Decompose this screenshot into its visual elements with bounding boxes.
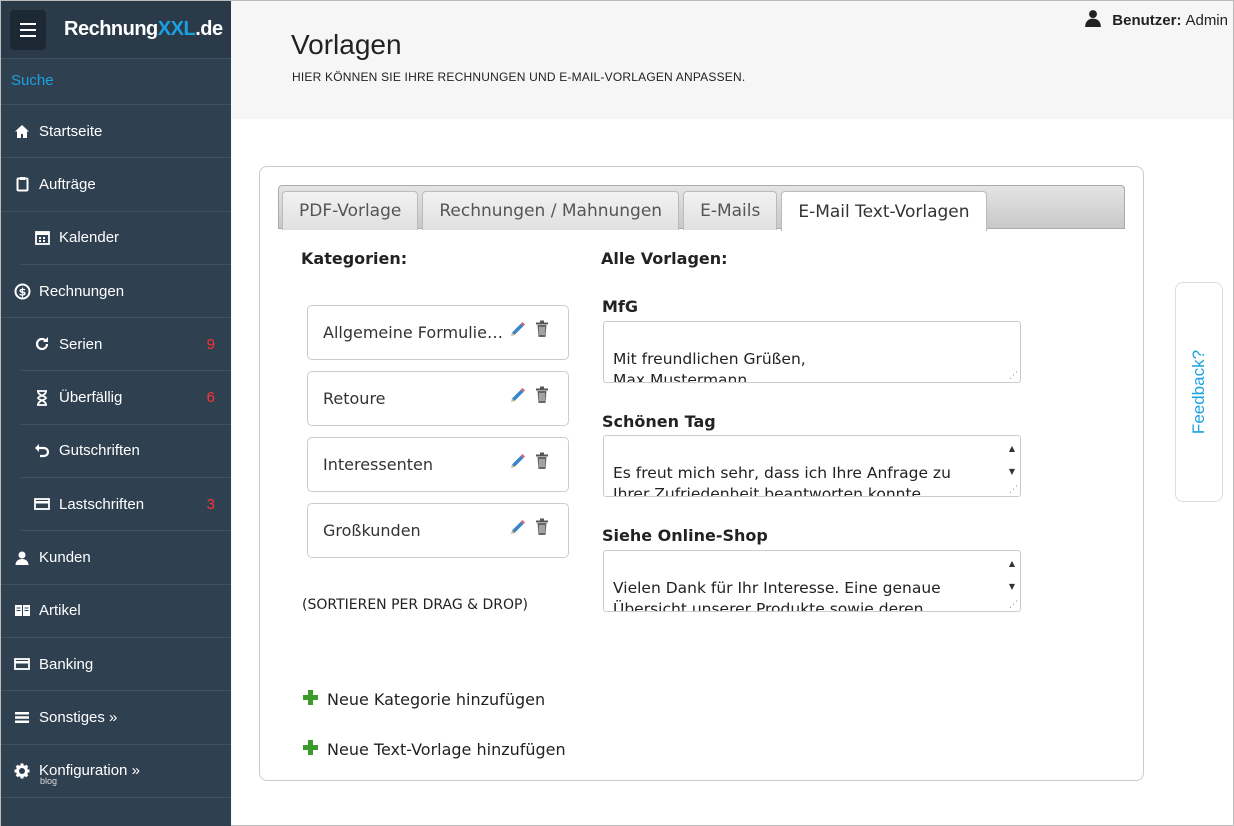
calendar-icon	[33, 229, 51, 247]
templates-heading: Alle Vorlagen:	[601, 249, 728, 268]
template-textarea[interactable]: Mit freundlichen Grüßen, Max Mustermann …	[603, 321, 1021, 383]
sidebar-item-kunden[interactable]: Kunden	[1, 531, 231, 585]
tab-pdf-vorlage[interactable]: PDF-Vorlage	[282, 191, 419, 230]
sidebar-item-startseite[interactable]: Startseite	[1, 105, 231, 159]
badge-count: 6	[206, 389, 215, 407]
template-textarea[interactable]: Vielen Dank für Ihr Interesse. Eine gena…	[603, 550, 1021, 612]
brand-logo[interactable]: RechnungXXL.de	[64, 18, 223, 41]
credit-card-icon	[13, 655, 31, 673]
sidebar-item-label: Lastschriften	[59, 495, 145, 513]
sidebar-item-gutschriften[interactable]: Gutschriften	[21, 425, 231, 479]
trash-icon[interactable]	[535, 518, 549, 540]
resize-grip-icon[interactable]: ⋰	[1009, 601, 1018, 610]
sidebar-item-label: Banking	[39, 655, 94, 673]
feedback-button[interactable]: Feedback?	[1175, 282, 1223, 502]
trash-icon[interactable]	[535, 386, 549, 408]
badge-count: 9	[206, 335, 215, 353]
trash-icon[interactable]	[535, 452, 549, 474]
pencil-icon[interactable]	[509, 386, 527, 408]
plus-icon	[302, 689, 319, 710]
feedback-label: Feedback?	[1189, 349, 1208, 435]
menu-toggle-button[interactable]	[10, 9, 46, 50]
templates-panel: PDF-Vorlage Rechnungen / Mahnungen E-Mai…	[259, 166, 1144, 781]
badge-count: 3	[206, 495, 215, 513]
page-title: Vorlagen	[291, 29, 402, 60]
sidebar: RechnungXXL.de Suche Startseite Aufträge…	[1, 1, 231, 826]
sidebar-item-label: Serien	[59, 335, 103, 353]
user-name: Admin	[1185, 11, 1228, 29]
sidebar-item-artikel[interactable]: Artikel	[1, 585, 231, 638]
blog-link[interactable]: blog	[40, 776, 57, 786]
refresh-icon	[33, 335, 51, 353]
user-icon	[13, 549, 31, 567]
page-header: Vorlagen HIER KÖNNEN SIE IHRE RECHNUNGEN…	[232, 1, 1233, 119]
user-icon	[1084, 9, 1102, 31]
home-icon	[13, 122, 31, 140]
sidebar-item-label: Kunden	[39, 549, 91, 567]
sidebar-item-serien[interactable]: Serien 9	[21, 318, 231, 372]
resize-grip-icon[interactable]: ⋰	[1009, 486, 1018, 495]
add-template-link[interactable]: Neue Text-Vorlage hinzufügen	[302, 739, 566, 760]
add-category-label: Neue Kategorie hinzufügen	[327, 690, 546, 709]
sidebar-item-sonstiges[interactable]: Sonstiges »	[1, 691, 231, 745]
pencil-icon[interactable]	[509, 518, 527, 540]
categories-heading: Kategorien:	[301, 249, 408, 268]
sidebar-item-auftraege[interactable]: Aufträge	[1, 158, 231, 212]
user-label: Benutzer:	[1112, 11, 1182, 29]
template-textarea[interactable]: Es freut mich sehr, dass ich Ihre Anfrag…	[603, 435, 1021, 497]
scroll-down-icon[interactable]: ▼	[1009, 461, 1015, 482]
template-title: MfG	[602, 297, 639, 316]
page-subtitle: HIER KÖNNEN SIE IHRE RECHNUNGEN UND E-MA…	[292, 70, 746, 84]
sidebar-item-label: Gutschriften	[59, 442, 140, 460]
scrollbar[interactable]: ▲ ▼	[1006, 553, 1018, 597]
sort-hint: (SORTIEREN PER DRAG & DROP)	[302, 597, 528, 613]
sidebar-item-banking[interactable]: Banking	[1, 638, 231, 692]
pencil-icon[interactable]	[509, 452, 527, 474]
add-category-link[interactable]: Neue Kategorie hinzufügen	[302, 689, 545, 710]
gear-icon	[13, 762, 31, 780]
sidebar-item-rechnungen[interactable]: $ Rechnungen	[1, 265, 231, 319]
tab-e-mails[interactable]: E-Mails	[683, 191, 778, 230]
pencil-icon[interactable]	[509, 320, 527, 342]
sidebar-item-label: Startseite	[39, 122, 103, 140]
dollar-circle-icon: $	[13, 282, 31, 300]
sidebar-item-label: Aufträge	[39, 175, 96, 193]
category-item[interactable]: Großkunden	[307, 503, 569, 558]
sidebar-item-label: Rechnungen	[39, 282, 125, 300]
scroll-up-icon[interactable]: ▲	[1009, 438, 1015, 459]
tab-bar: PDF-Vorlage Rechnungen / Mahnungen E-Mai…	[278, 185, 1125, 231]
svg-text:$: $	[18, 285, 26, 298]
sidebar-item-konfiguration[interactable]: Konfiguration »	[1, 745, 231, 798]
clipboard-icon	[13, 175, 31, 193]
sidebar-item-kalender[interactable]: Kalender	[21, 212, 231, 265]
book-icon	[13, 602, 31, 620]
category-item[interactable]: Interessenten	[307, 437, 569, 492]
tab-rechnungen-mahnungen[interactable]: Rechnungen / Mahnungen	[422, 191, 680, 230]
sidebar-search[interactable]: Suche	[1, 59, 231, 105]
category-item[interactable]: Allgemeine Formulierungen	[307, 305, 569, 360]
scrollbar[interactable]: ▲ ▼	[1006, 438, 1018, 482]
category-item[interactable]: Retoure	[307, 371, 569, 426]
sidebar-item-ueberfaellig[interactable]: Überfällig 6	[21, 371, 231, 425]
undo-icon	[33, 442, 51, 460]
scroll-up-icon[interactable]: ▲	[1009, 553, 1015, 574]
sidebar-item-label: Sonstiges »	[39, 708, 118, 726]
template-title: Schönen Tag	[602, 412, 716, 431]
list-icon	[13, 708, 31, 726]
add-template-label: Neue Text-Vorlage hinzufügen	[327, 740, 566, 759]
template-title: Siehe Online-Shop	[602, 526, 768, 545]
hourglass-icon	[33, 389, 51, 407]
sidebar-item-label: Kalender	[59, 229, 120, 247]
resize-grip-icon[interactable]: ⋰	[1009, 372, 1018, 381]
tab-email-text-vorlagen[interactable]: E-Mail Text-Vorlagen	[781, 191, 987, 231]
user-info[interactable]: Benutzer: Admin	[1084, 9, 1228, 31]
sidebar-item-label: Artikel	[39, 602, 81, 620]
trash-icon[interactable]	[535, 320, 549, 342]
sidebar-item-label: Überfällig	[59, 389, 123, 407]
plus-icon	[302, 739, 319, 760]
sidebar-item-lastschriften[interactable]: Lastschriften 3	[21, 478, 231, 532]
credit-card-icon	[33, 495, 51, 513]
scroll-down-icon[interactable]: ▼	[1009, 576, 1015, 597]
logo-bar: RechnungXXL.de	[1, 1, 231, 59]
